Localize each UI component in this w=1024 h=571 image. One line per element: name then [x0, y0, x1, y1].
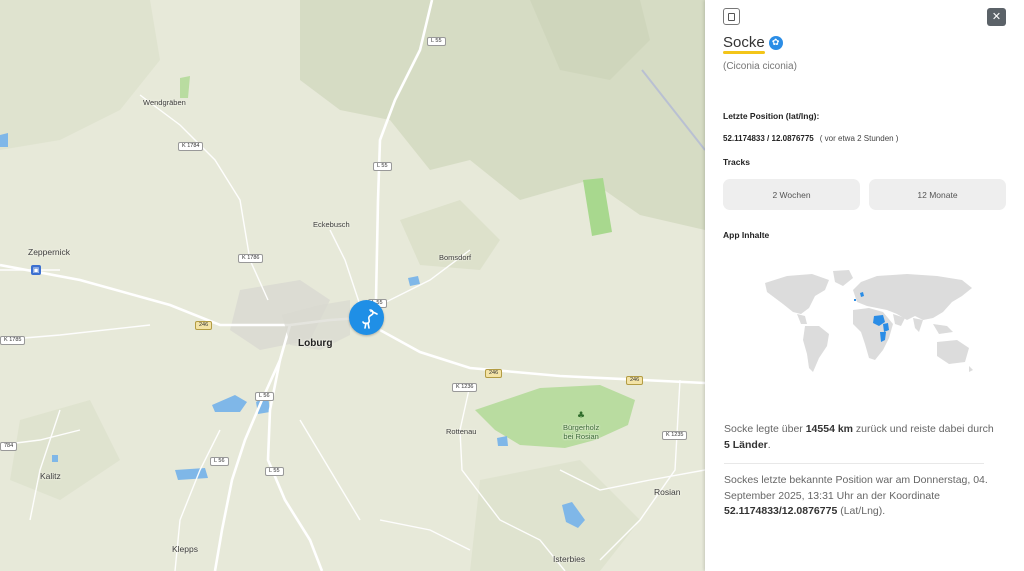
place-label: Rottenau — [446, 427, 477, 436]
summary1-part-c: . — [767, 438, 771, 451]
summary1-part-b: zurück und reiste dabei durch — [853, 423, 994, 435]
road-shield: L 55 — [427, 37, 446, 46]
track-2-weeks-button[interactable]: 2 Wochen — [723, 179, 860, 210]
distance-value: 14554 km — [805, 423, 854, 435]
park-label-line1: Bürgerholz — [563, 423, 600, 432]
road-shield: L 56 — [255, 392, 274, 401]
place-label: Klepps — [172, 544, 198, 554]
place-label: Zeppernick — [28, 247, 71, 257]
road-shield: K 1785 — [0, 336, 26, 345]
expand-panel-button[interactable] — [723, 8, 740, 25]
species-latin-name: (Ciconia ciconia) — [723, 61, 797, 72]
animal-name-text: Socke — [723, 34, 765, 51]
park-label: Bürgerholz bei Rosian — [563, 423, 599, 441]
road-shield: 246 — [195, 321, 213, 330]
last-position-label: Letzte Position (lat/lng): — [723, 111, 820, 121]
name-underline — [723, 51, 765, 54]
road-shield: 246 — [485, 369, 503, 378]
road-shield: L 55 — [265, 467, 284, 476]
place-label: Bomsdorf — [439, 253, 472, 262]
coords-ago: ( vor etwa 2 Stunden ) — [819, 134, 899, 143]
map-background — [0, 0, 705, 571]
summary2-part-a: Sockes letzte bekannte Position war am D… — [724, 474, 988, 502]
summary1-part-a: Socke legte über — [724, 423, 806, 435]
countries-count: 5 Länder — [724, 438, 768, 451]
place-label: Rosian — [654, 487, 681, 497]
track-12-months-button[interactable]: 12 Monate — [869, 179, 1006, 210]
place-label: Eckebusch — [313, 220, 350, 229]
road-shield: 246 — [626, 376, 644, 385]
road-shield: 784 — [0, 442, 18, 451]
road-shield: K 1786 — [238, 254, 264, 263]
map-view[interactable]: Wendgräben Zeppernick Eckebusch Bomsdorf… — [0, 0, 705, 571]
last-position-summary: Sockes letzte bekannte Position war am D… — [724, 473, 994, 520]
travel-summary: Socke legte über 14554 km zurück und rei… — [724, 422, 994, 453]
close-button[interactable]: ✕ — [987, 8, 1006, 26]
stork-icon — [361, 308, 378, 329]
road-shield: L 55 — [373, 162, 392, 171]
place-label: Wendgräben — [143, 98, 186, 107]
bus-stop-icon[interactable]: ▣ — [31, 265, 41, 275]
park-label-line2: bei Rosian — [563, 432, 599, 441]
tracks-label: Tracks — [723, 157, 750, 167]
coords-text: 52.1174833 / 12.0876775 — [723, 134, 814, 143]
stork-marker[interactable] — [349, 300, 384, 335]
animal-detail-panel: ✕ Socke ✿ (Ciconia ciconia) Letzte Posit… — [705, 0, 1024, 571]
tree-icon: ♣ — [577, 411, 586, 421]
summary2-coords: 52.1174833/12.0876775 — [724, 505, 838, 517]
place-label: Isterbies — [553, 554, 586, 564]
panel-toggle-icon — [728, 12, 735, 21]
place-label: Kalitz — [40, 471, 61, 481]
app-content-label: App Inhalte — [723, 230, 770, 240]
road-shield: K 1236 — [452, 383, 478, 392]
last-position-value: 52.1174833 / 12.0876775 ( vor etwa 2 Stun… — [723, 134, 898, 143]
animal-name-row: Socke ✿ — [723, 34, 783, 54]
verified-badge-icon: ✿ — [768, 35, 783, 50]
summary-divider — [724, 463, 984, 464]
road-shield: K 1784 — [178, 142, 204, 151]
road-shield: L 56 — [210, 457, 229, 466]
summary2-part-b: (Lat/Lng). — [837, 505, 886, 517]
road-shield: K 1235 — [662, 431, 688, 440]
world-map — [765, 270, 973, 372]
animal-name: Socke — [723, 34, 765, 54]
place-label-loburg: Loburg — [298, 338, 333, 349]
